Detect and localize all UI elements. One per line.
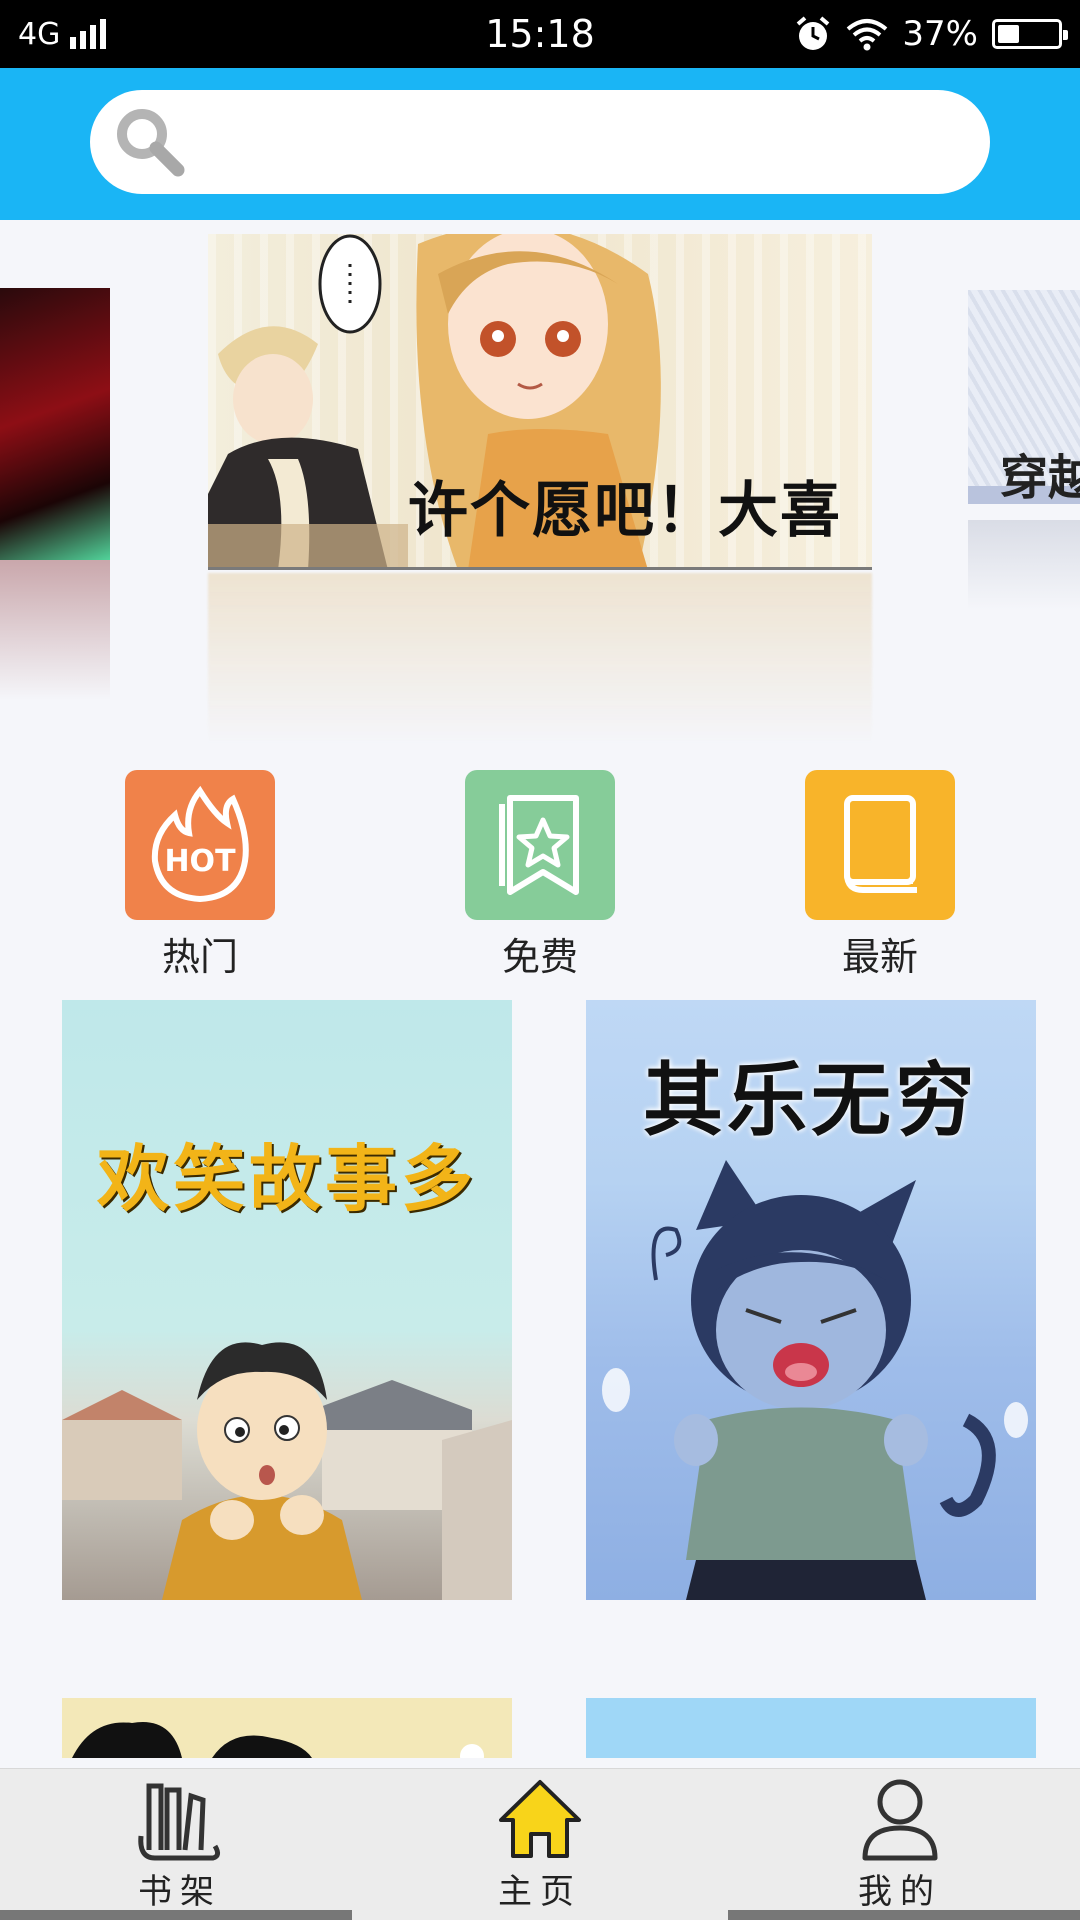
search-input[interactable] xyxy=(192,102,990,182)
book-icon[interactable] xyxy=(805,770,955,920)
nav-bookshelf[interactable]: 书架 xyxy=(60,1776,300,1913)
nav-label: 主页 xyxy=(498,1872,582,1912)
status-bar: 4G 15:18 37% xyxy=(0,0,1080,68)
category-label: 热门 xyxy=(161,935,238,979)
banner-previous[interactable] xyxy=(0,288,110,560)
flame-glyph: HOT xyxy=(151,785,249,903)
banner-next-reflection xyxy=(968,520,1080,610)
hot-flame-icon[interactable]: HOT xyxy=(125,770,275,920)
comic-cover-art xyxy=(62,1342,512,1600)
comic-card[interactable]: 其乐无穷 xyxy=(586,1000,1036,1600)
status-right: 37% xyxy=(794,14,1068,54)
category-label: 免费 xyxy=(501,935,578,979)
nav-label: 我的 xyxy=(858,1872,942,1912)
alarm-icon xyxy=(797,16,830,50)
bookmark-glyph xyxy=(499,795,579,895)
comic-card[interactable]: 欢笑故事多 xyxy=(62,1000,512,1600)
banner-caption: 许个愿吧！大喜 xyxy=(408,476,842,546)
book-glyph xyxy=(844,795,917,893)
comic-card[interactable] xyxy=(586,1698,1036,1758)
indicator-right xyxy=(728,1910,1080,1920)
bottom-indicator xyxy=(0,1910,1080,1920)
category-bar: HOT 热门 免费 最新 xyxy=(0,770,1080,985)
bookshelf-icon[interactable] xyxy=(135,1776,225,1862)
network-type: 4G xyxy=(18,16,61,52)
comic-cover-art xyxy=(602,1160,1028,1600)
banner-carousel[interactable]: 许个愿吧！大喜 穿越 xyxy=(0,220,1080,760)
category-hot[interactable]: HOT 热门 xyxy=(90,770,310,985)
comic-card[interactable] xyxy=(62,1698,512,1758)
bottom-nav: 书架 主页 我的 xyxy=(0,1768,1080,1920)
comic-cover-art xyxy=(72,1722,484,1758)
wifi-icon xyxy=(847,19,888,51)
banner-current-reflection xyxy=(208,573,872,743)
category-label: 最新 xyxy=(841,935,918,979)
nav-label: 书架 xyxy=(138,1872,222,1912)
user-icon[interactable] xyxy=(855,1776,945,1862)
network-status: 4G xyxy=(18,16,107,52)
category-newest[interactable]: 最新 xyxy=(770,770,990,985)
banner-current[interactable]: 许个愿吧！大喜 xyxy=(208,234,872,570)
signal-icon xyxy=(70,19,107,49)
category-free[interactable]: 免费 xyxy=(430,770,650,985)
indicator-left xyxy=(0,1910,352,1920)
home-icon[interactable] xyxy=(495,1776,585,1862)
nav-mine[interactable]: 我的 xyxy=(780,1776,1020,1913)
battery-percent: 37% xyxy=(902,14,978,54)
bookmark-star-icon[interactable] xyxy=(465,770,615,920)
banner-next-caption: 穿越 xyxy=(1000,450,1080,506)
header xyxy=(0,68,1080,220)
search-icon[interactable] xyxy=(108,100,192,184)
nav-home[interactable]: 主页 xyxy=(420,1776,660,1913)
battery-icon xyxy=(992,19,1068,49)
svg-text:HOT: HOT xyxy=(164,844,236,879)
banner-previous-reflection xyxy=(0,560,110,700)
search-bar[interactable] xyxy=(90,90,990,194)
battery-fill xyxy=(998,25,1020,43)
